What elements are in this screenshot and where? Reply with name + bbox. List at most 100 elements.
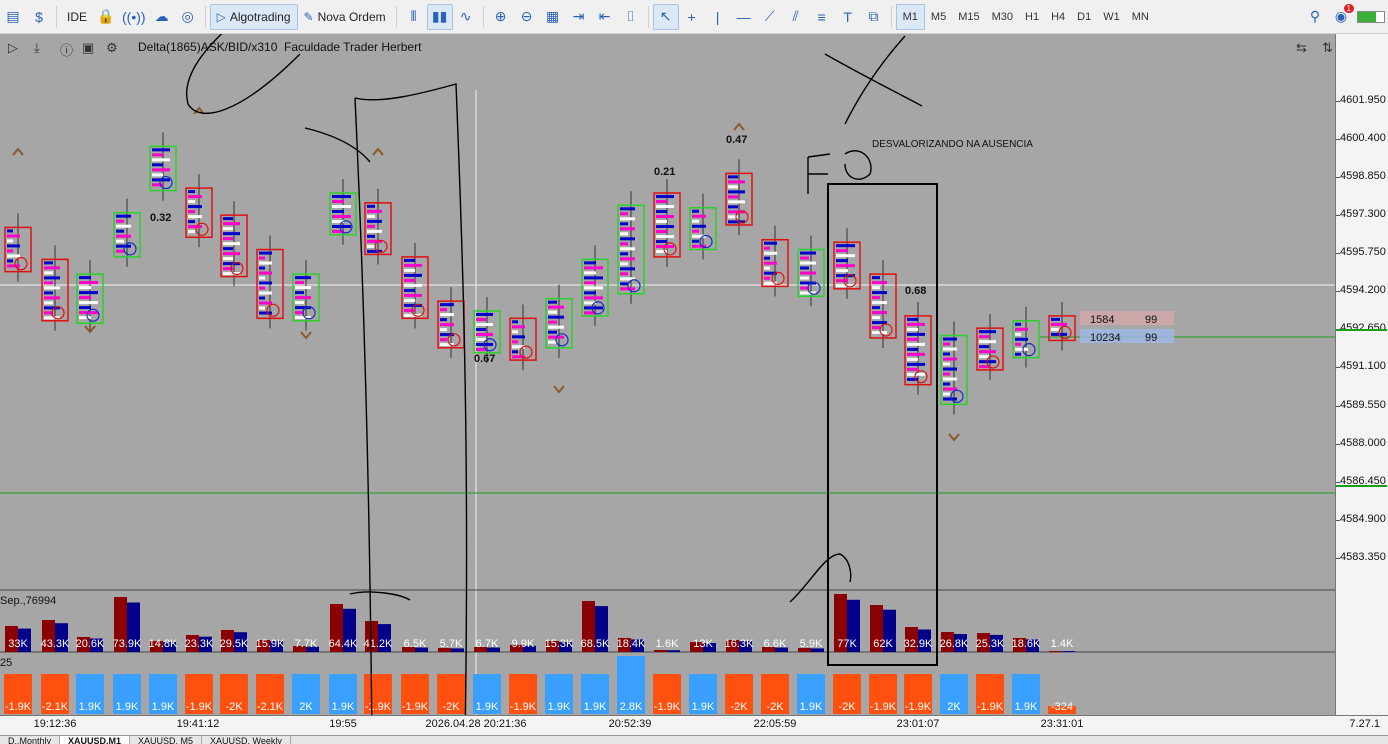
footprint-bar [332, 225, 351, 229]
footprint-bar [152, 158, 170, 162]
chart-type-icon[interactable]: ▤ [0, 4, 26, 30]
signal-strength-icon [1354, 4, 1388, 30]
footprint-bar [764, 241, 777, 245]
timeframe-m1[interactable]: M1 [895, 3, 925, 30]
timeframe-m30[interactable]: M30 [986, 5, 1019, 29]
footprint-bar [656, 200, 667, 204]
ide-button[interactable]: IDE [61, 4, 93, 30]
volume-label: 6.6K [764, 638, 787, 650]
chart-area[interactable]: ▷ ⤓ ⓘ ▣ ⚙ Delta(1865)ASK/BID/x310 Faculd… [0, 34, 1335, 715]
footprint-bar [7, 229, 13, 233]
footprint-bar [367, 229, 382, 233]
horizontal-line-icon[interactable]: — [731, 4, 757, 30]
trendline-icon[interactable]: ⟋ [757, 4, 783, 30]
cloud-icon-glyph: ☁ [154, 8, 169, 24]
footprint-bar [836, 259, 848, 263]
footprint-bar [656, 195, 674, 199]
fibonacci-icon[interactable]: ≡ [809, 4, 835, 30]
footprint-bar [907, 317, 918, 321]
signal-icon-glyph: ((•)) [122, 8, 146, 25]
footprint-bar [440, 318, 447, 322]
timeframe-mn[interactable]: MN [1126, 5, 1155, 29]
zoom-in-icon[interactable]: ⊕ [488, 4, 514, 30]
footprint-bar [620, 262, 628, 266]
price-tick-mark [1336, 177, 1340, 179]
footprint-bar [152, 163, 163, 167]
notifications-icon[interactable]: ◉ 1 [1328, 3, 1354, 30]
down-arrow-icon [300, 331, 312, 340]
toolbar-separator [890, 5, 892, 28]
footprint-bar [440, 313, 454, 317]
footprint-bar [943, 397, 957, 401]
crosshair-icon[interactable]: + [679, 4, 705, 30]
search-icon[interactable]: ⚲ [1302, 4, 1328, 30]
price-tick: 4589.550 [1340, 398, 1386, 411]
footprint-bar [620, 212, 628, 216]
lock-icon[interactable]: 🔒 [93, 4, 119, 30]
line-chart-icon[interactable]: ∿ [453, 4, 479, 30]
footprint-bar [188, 200, 195, 204]
time-tick: 22:05:59 [753, 718, 797, 730]
delta-label: 2K [299, 701, 313, 713]
volume-label: 29.5K [220, 638, 249, 650]
text-icon[interactable]: T [835, 4, 861, 30]
timeframe-m15[interactable]: M15 [952, 5, 985, 29]
footprint-bar [907, 322, 925, 326]
orderbook-volume: 1584 [1090, 314, 1114, 326]
channel-icon[interactable]: ⫽ [783, 4, 809, 30]
candles-icon[interactable]: ▮▮ [426, 3, 453, 30]
shift-icon[interactable]: ⇤ [592, 4, 618, 30]
screenshot-icon[interactable]: ⌷ [618, 4, 644, 30]
vertical-line-icon[interactable]: | [705, 4, 731, 30]
bar-chart-icon[interactable]: ⫴ [401, 4, 427, 30]
level-price-label [1336, 485, 1387, 488]
footprint-bar [332, 210, 344, 214]
volume-label: 5.9K [800, 638, 823, 650]
price-tick-mark [1336, 557, 1340, 559]
timeframe-d1[interactable]: D1 [1071, 5, 1097, 29]
footprint-bar [44, 296, 60, 300]
volume-label: 5.7K [440, 638, 463, 650]
shapes-icon[interactable]: ⧉ [861, 4, 887, 30]
dollar-icon[interactable]: $ [26, 4, 52, 30]
footprint-bar [404, 258, 415, 262]
footprint-bar [440, 323, 454, 327]
grid-icon[interactable]: ▦ [540, 4, 566, 30]
volume-label: 68.5K [581, 638, 610, 650]
cloud-icon[interactable]: ☁ [149, 4, 175, 30]
zoom-out-icon[interactable]: ⊖ [514, 4, 540, 30]
timeframe-h1[interactable]: H1 [1019, 5, 1045, 29]
toolbar-separator [482, 5, 484, 28]
footprint-bar [836, 254, 855, 258]
poc-marker [14, 257, 28, 271]
market-icon[interactable]: ◎ [175, 4, 201, 30]
footprint-bar [367, 224, 375, 228]
footprint-bar [188, 190, 195, 194]
algotrading-button[interactable]: ▷ Algotrading [209, 3, 298, 30]
delta-label: 1.9K [692, 701, 715, 713]
signal-icon[interactable]: ((•)) [119, 4, 149, 30]
footprint-bar [872, 281, 887, 285]
timeframe-w1[interactable]: W1 [1097, 5, 1126, 29]
new-order-button[interactable]: ✎ Nova Ordem [298, 4, 392, 30]
footprint-bar [1015, 352, 1021, 356]
footprint-bar [7, 244, 20, 248]
footprint-bar [223, 252, 240, 256]
ide-button-label: IDE [67, 9, 88, 24]
cursor-icon[interactable]: ↖ [652, 3, 679, 30]
price-tick: 4595.750 [1340, 246, 1386, 259]
footprint-bar [440, 303, 454, 307]
footprint-bar [188, 220, 195, 224]
autoscroll-icon[interactable]: ⇥ [566, 4, 592, 30]
price-axis: 4601.950 4600.400 4598.850 4597.300 4595.750… [1335, 34, 1388, 715]
footprint-bar [836, 264, 855, 268]
candle-value-label: 0.68 [905, 285, 926, 297]
timeframe-h4[interactable]: H4 [1045, 5, 1071, 29]
footprint-bar [512, 320, 518, 324]
candle-value-label: 0.67 [474, 353, 495, 365]
footprint-bar [656, 210, 667, 214]
toolbar-separator [647, 5, 649, 28]
footprint-bar [800, 256, 809, 260]
footprint-bar [620, 247, 635, 251]
timeframe-m5[interactable]: M5 [925, 5, 952, 29]
